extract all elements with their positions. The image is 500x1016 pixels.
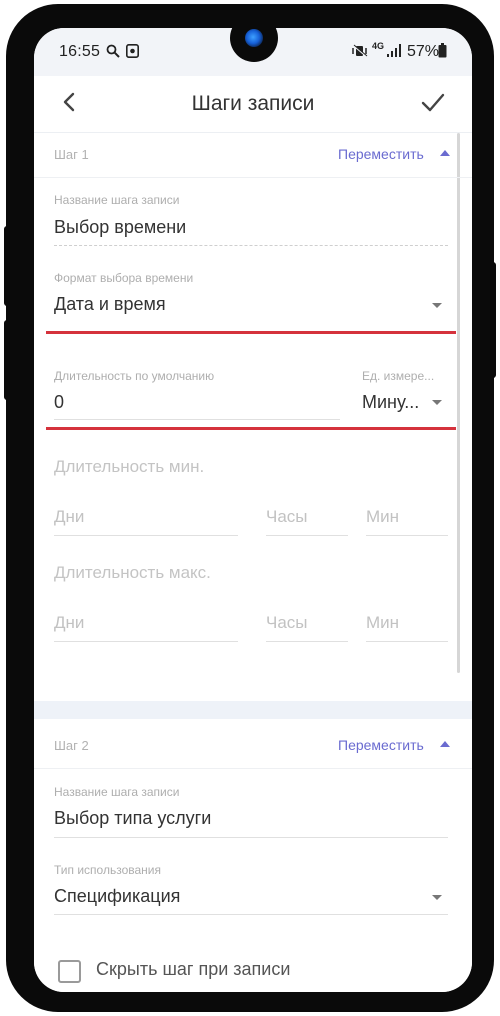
power-button (4, 320, 12, 400)
search-icon (106, 44, 120, 58)
default-duration-input[interactable]: 0 (54, 392, 64, 413)
max-minutes-input[interactable]: Мин (366, 613, 399, 633)
mute-vibrate-icon (352, 44, 368, 58)
record-icon (126, 44, 139, 58)
max-hours-input[interactable]: Часы (266, 613, 308, 633)
dropdown-arrow-icon[interactable] (432, 303, 442, 308)
step-header: Шаг 2 Переместить (34, 724, 472, 769)
page-title: Шаги записи (191, 92, 315, 115)
bixby-button (488, 262, 496, 378)
scrollbar[interactable] (457, 133, 460, 673)
dropdown-arrow-icon[interactable] (432, 895, 442, 900)
battery-icon (438, 43, 447, 58)
hide-step-label[interactable]: Скрыть шаг при записи (96, 959, 290, 980)
move-step-button[interactable]: Переместить (338, 146, 424, 162)
step-name-underline (54, 837, 448, 838)
steps-list[interactable]: Шаг 1 Переместить Название шага записи В… (34, 133, 472, 992)
time-format-select[interactable]: Дата и время (54, 294, 166, 315)
phone-screen: 16:55 4G 57% Шаги записи Шаг 1 Перемести… (34, 28, 472, 992)
battery-percent: 57% (407, 43, 440, 60)
usage-type-select[interactable]: Спецификация (54, 886, 180, 907)
min-hours-underline (266, 535, 348, 536)
step-number: Шаг 2 (54, 738, 89, 753)
collapse-caret-icon[interactable] (440, 741, 450, 747)
unit-label: Ед. измере... (362, 369, 435, 383)
app-bar: Шаги записи (34, 76, 472, 133)
hide-step-checkbox[interactable] (58, 960, 81, 983)
max-hours-underline (266, 641, 348, 642)
signal-icon (387, 44, 401, 57)
highlight-underline (46, 427, 456, 430)
usage-type-label: Тип использования (54, 863, 161, 877)
4g-icon: 4G (372, 41, 385, 51)
volume-button (4, 226, 12, 306)
collapse-caret-icon[interactable] (440, 150, 450, 156)
check-icon[interactable] (420, 90, 446, 114)
highlight-underline (46, 331, 456, 334)
max-minutes-underline (366, 641, 448, 642)
status-time: 16:55 (59, 43, 101, 60)
min-minutes-underline (366, 535, 448, 536)
dropdown-arrow-icon[interactable] (432, 400, 442, 405)
min-days-input[interactable]: Дни (54, 507, 84, 527)
step-name-label: Название шага записи (54, 193, 180, 207)
step-name-label: Название шага записи (54, 785, 180, 799)
min-days-underline (54, 535, 238, 536)
min-minutes-input[interactable]: Мин (366, 507, 399, 527)
step-name-input[interactable]: Выбор времени (54, 217, 186, 238)
default-duration-underline (54, 419, 340, 420)
min-duration-title: Длительность мин. (54, 457, 205, 476)
min-hours-input[interactable]: Часы (266, 507, 308, 527)
usage-type-underline (54, 914, 448, 915)
move-step-button[interactable]: Переместить (338, 737, 424, 753)
unit-select[interactable]: Мину... (362, 392, 428, 413)
max-duration-title: Длительность макс. (54, 563, 211, 582)
max-days-input[interactable]: Дни (54, 613, 84, 633)
camera-lens (245, 29, 263, 47)
step-name-underline (54, 245, 448, 246)
step-header: Шаг 1 Переместить (34, 133, 472, 178)
step-number: Шаг 1 (54, 147, 89, 162)
default-duration-label: Длительность по умолчанию (54, 369, 215, 383)
max-days-underline (54, 641, 238, 642)
steps-divider (34, 701, 472, 719)
step-name-input[interactable]: Выбор типа услуги (54, 808, 211, 829)
time-format-label: Формат выбора времени (54, 271, 194, 285)
